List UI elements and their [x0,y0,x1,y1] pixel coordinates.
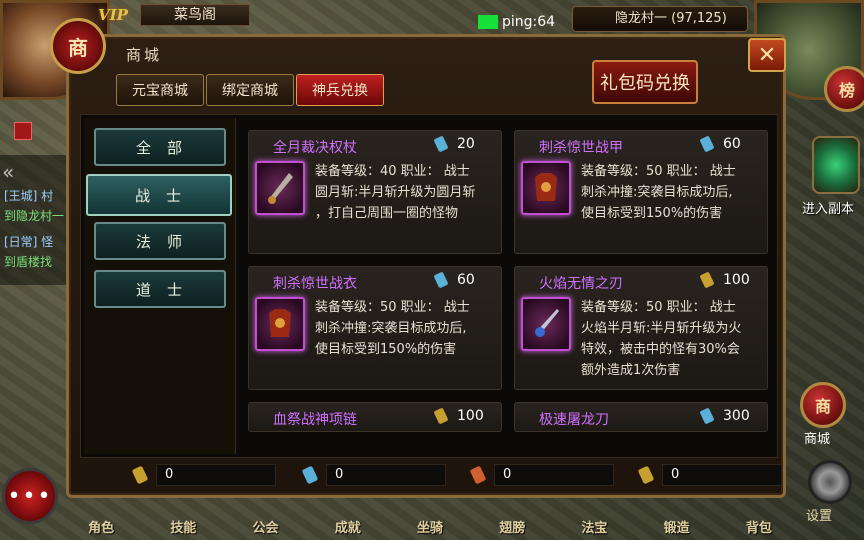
balance-red-scroll: 0 [468,464,614,486]
desc-line: 特效，被击中的怪有30%会 [581,342,740,357]
item-name: 极速屠龙刀 [539,412,609,428]
scroll-currency-icon [700,136,714,152]
scroll-currency-icon [434,272,448,288]
balance-gold-scroll: 0 [130,464,276,486]
item-price: 60 [457,272,475,288]
player-name: 菜鸟阁 [140,4,250,26]
desc-line: 装备等级：40 职业： 战士 [315,164,470,179]
gold-scroll-currency-icon [434,408,448,424]
shop-side-button[interactable]: 商 [800,382,846,428]
item-description: 装备等级：50 职业： 战士 火焰半月斩:半月斩升级为火 特效，被击中的怪有30… [581,297,765,381]
buff-icon[interactable] [14,122,32,140]
nav-skills[interactable]: 技能 [170,517,196,536]
chat-line: [日常] 怪 [4,235,54,249]
nav-role[interactable]: 角色 [88,517,114,536]
category-taoist[interactable]: 道士 [94,270,226,308]
item-card[interactable]: 极速屠龙刀 300 [514,402,768,432]
desc-line: 额外造成1次伤害 [581,363,681,378]
vip-badge: VIP [98,6,128,24]
shop-badge-icon: 商 [50,18,106,74]
item-description: 装备等级：50 职业： 战士 刺杀冲撞:突袭目标成功后, 使目标受到150%的伤… [581,161,765,224]
balance-value: 0 [326,464,446,486]
signal-icon [478,15,498,29]
desc-line: 使目标受到150%的伤害 [581,206,723,221]
nav-mount[interactable]: 坐骑 [417,517,443,536]
chat-collapse-icon[interactable]: « [2,160,14,184]
item-price: 100 [723,272,750,288]
desc-line: 装备等级：50 职业： 战士 [315,300,470,315]
balance-value: 0 [156,464,276,486]
item-name: 血祭战神项链 [273,412,357,428]
gold-scroll-icon [132,466,148,484]
balance-value: 0 [662,464,782,486]
item-card[interactable]: 血祭战神项链 100 [248,402,502,432]
gold-scroll-icon [638,466,654,484]
scepter-icon [255,161,305,215]
item-card[interactable]: 刺杀惊世战甲 60 装备等级：50 职业： 战士 刺杀冲撞:突袭目标成功后, 使… [514,130,768,254]
blue-scroll-icon [302,466,318,484]
category-all[interactable]: 全部 [94,128,226,166]
dungeon-portal-icon[interactable] [812,136,860,194]
gift-code-redeem-button[interactable]: 礼包码兑换 [592,60,698,104]
desc-line: ，打自己周围一圈的怪物 [315,206,459,221]
nav-forge[interactable]: 锻造 [664,517,690,536]
item-name: 火焰无情之刃 [539,276,623,292]
item-name: 全月裁决权杖 [273,140,357,156]
nav-guild[interactable]: 公会 [253,517,279,536]
chat-line: 到盾楼找 [4,255,53,269]
scroll-currency-icon [700,408,714,424]
item-description: 装备等级：40 职业： 战士 圆月斩:半月斩升级为圆月斩 ，打自己周围一圈的怪物 [315,161,499,224]
gear-icon[interactable] [808,460,852,504]
settings-label: 设置 [806,509,833,524]
desc-line: 刺杀冲撞:突袭目标成功后, [581,185,733,200]
item-name: 刺杀惊世战甲 [539,140,623,156]
scroll-currency-icon [434,136,448,152]
armor-icon [521,161,571,215]
blade-icon [521,297,571,351]
item-description: 装备等级：50 职业： 战士 刺杀冲撞:突袭目标成功后, 使目标受到150%的伤… [315,297,499,360]
item-price: 300 [723,408,750,424]
nav-treasure[interactable]: 法宝 [581,517,607,536]
bottom-nav: 角色 技能 公会 成就 坐骑 翅膀 法宝 锻造 背包 [60,500,800,540]
chat-line: [王城] 村 [4,189,54,203]
desc-line: 装备等级：50 职业： 战士 [581,164,736,179]
panel-title: 商城 [126,46,163,64]
category-mage[interactable]: 法师 [94,222,226,260]
ping-value: ping:64 [502,14,556,30]
ping-indicator: ping:64 [478,12,555,32]
close-button[interactable]: ✕ [748,38,786,72]
nav-achievements[interactable]: 成就 [335,517,361,536]
tab-weapon-exchange[interactable]: 神兵兑换 [296,74,384,106]
desc-line: 刺杀冲撞:突袭目标成功后, [315,321,467,336]
desc-line: 装备等级：50 职业： 战士 [581,300,736,315]
tab-ingot-shop[interactable]: 元宝商城 [116,74,204,106]
red-scroll-icon [470,466,486,484]
balance-value: 0 [494,464,614,486]
item-price: 20 [457,136,475,152]
item-name: 刺杀惊世战衣 [273,276,357,292]
gold-scroll-currency-icon [700,272,714,288]
armor-icon [255,297,305,351]
nav-bag[interactable]: 背包 [746,517,772,536]
nav-wings[interactable]: 翅膀 [499,517,525,536]
shop-side-label: 商城 [804,432,831,447]
balance-blue-scroll: 0 [300,464,446,486]
ranking-button[interactable]: 榜 [824,66,864,112]
item-card[interactable]: 火焰无情之刃 100 装备等级：50 职业： 战士 火焰半月斩:半月斩升级为火 … [514,266,768,390]
item-card[interactable]: 刺杀惊世战衣 60 装备等级：50 职业： 战士 刺杀冲撞:突袭目标成功后, 使… [248,266,502,390]
item-card[interactable]: 全月裁决权杖 20 装备等级：40 职业： 战士 圆月斩:半月斩升级为圆月斩 ，… [248,130,502,254]
desc-line: 使目标受到150%的伤害 [315,342,457,357]
dungeon-label: 进入副本 [802,202,855,217]
location-display: 隐龙村一 (97,125) [572,6,748,32]
balance-gold-scroll-2: 0 [636,464,782,486]
desc-line: 圆月斩:半月斩升级为圆月斩 [315,185,476,200]
tab-bound-shop[interactable]: 绑定商城 [206,74,294,106]
item-price: 60 [723,136,741,152]
category-warrior[interactable]: 战士 [86,174,232,216]
chat-line: 到隐龙村一 [4,209,65,223]
item-price: 100 [457,408,484,424]
desc-line: 火焰半月斩:半月斩升级为火 [581,321,742,336]
chat-button[interactable]: ••• [2,468,58,524]
